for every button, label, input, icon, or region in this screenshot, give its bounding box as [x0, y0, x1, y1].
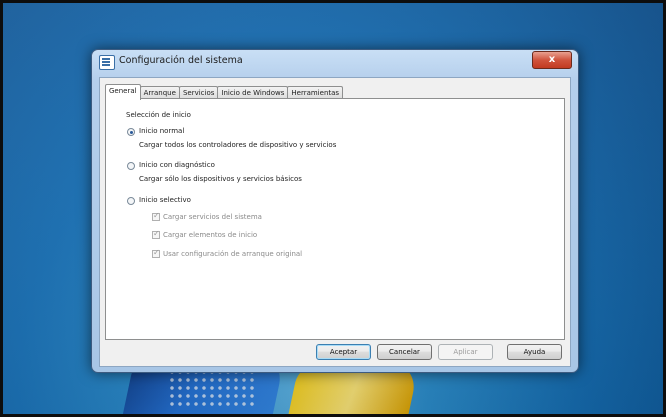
checkbox-use-original-boot-config[interactable] [152, 248, 160, 258]
radio-selective-startup[interactable] [127, 197, 135, 205]
startup-selection-label: Selección de inicio [126, 111, 191, 119]
diagnostic-startup-label[interactable]: Inicio con diagnóstico [139, 161, 215, 169]
radio-diagnostic-startup[interactable] [127, 162, 135, 170]
window-title: Configuración del sistema [119, 55, 243, 66]
general-tab-panel: Selección de inicio Inicio normal Cargar… [105, 98, 565, 340]
title-bar[interactable]: Configuración del sistema x [92, 50, 578, 76]
use-original-boot-config-label: Usar configuración de arranque original [163, 250, 303, 258]
cancel-button[interactable]: Cancelar [377, 344, 432, 360]
ok-button[interactable]: Aceptar [316, 344, 371, 360]
normal-startup-description: Cargar todos los controladores de dispos… [139, 141, 337, 149]
apply-button[interactable]: Aplicar [438, 344, 493, 360]
diagnostic-startup-description: Cargar sólo los dispositivos y servicios… [139, 175, 302, 183]
load-system-services-label: Cargar servicios del sistema [163, 213, 262, 221]
windows-logo-dots [168, 368, 258, 408]
checkbox-load-startup-items[interactable] [152, 229, 160, 239]
tab-general[interactable]: General [105, 84, 141, 100]
tab-strip: General Arranque Servicios Inicio de Window… [105, 84, 344, 100]
radio-normal-startup[interactable] [127, 128, 135, 136]
selective-startup-label[interactable]: Inicio selectivo [139, 196, 191, 204]
load-startup-items-label: Cargar elementos de inicio [163, 231, 258, 239]
close-button[interactable]: x [532, 51, 572, 69]
normal-startup-label[interactable]: Inicio normal [139, 127, 184, 135]
checkbox-load-system-services[interactable] [152, 211, 160, 221]
help-button[interactable]: Ayuda [507, 344, 562, 360]
msconfig-icon [99, 55, 115, 70]
desktop: Configuración del sistema x General Arran… [3, 3, 663, 414]
system-configuration-dialog: Configuración del sistema x General Arran… [91, 49, 579, 373]
dialog-client-area: General Arranque Servicios Inicio de Window… [99, 77, 571, 367]
